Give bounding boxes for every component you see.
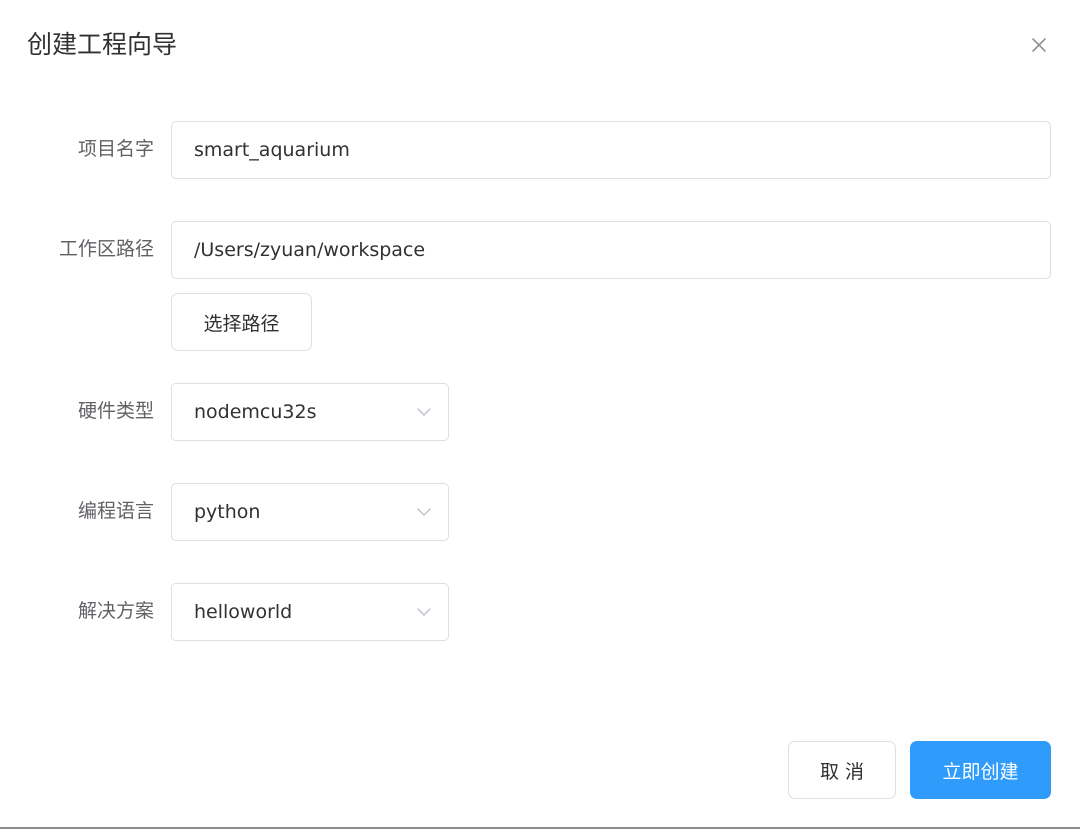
- solution-select[interactable]: helloworld: [171, 583, 449, 641]
- chevron-down-icon: [417, 608, 431, 616]
- choose-path-button[interactable]: 选择路径: [171, 293, 312, 351]
- close-icon: [1032, 38, 1046, 52]
- language-label: 编程语言: [77, 500, 154, 522]
- language-select[interactable]: python: [171, 483, 449, 541]
- create-project-dialog: 创建工程向导 项目名字 工作区路径 选择路径 硬件类型 nodemcu32s 编…: [0, 0, 1080, 829]
- dialog-title: 创建工程向导: [27, 30, 178, 59]
- workspace-path-label: 工作区路径: [58, 238, 154, 260]
- cancel-button[interactable]: 取 消: [788, 741, 896, 799]
- project-name-input[interactable]: [171, 121, 1051, 179]
- hardware-type-value: nodemcu32s: [194, 401, 317, 423]
- project-name-label: 项目名字: [77, 138, 154, 160]
- create-now-button[interactable]: 立即创建: [910, 741, 1051, 799]
- language-value: python: [194, 501, 261, 523]
- hardware-type-label: 硬件类型: [77, 400, 154, 422]
- hardware-type-select[interactable]: nodemcu32s: [171, 383, 449, 441]
- solution-label: 解决方案: [77, 600, 154, 622]
- chevron-down-icon: [417, 508, 431, 516]
- workspace-path-input[interactable]: [171, 221, 1051, 279]
- solution-value: helloworld: [194, 601, 293, 623]
- chevron-down-icon: [417, 408, 431, 416]
- close-button[interactable]: [1024, 30, 1054, 60]
